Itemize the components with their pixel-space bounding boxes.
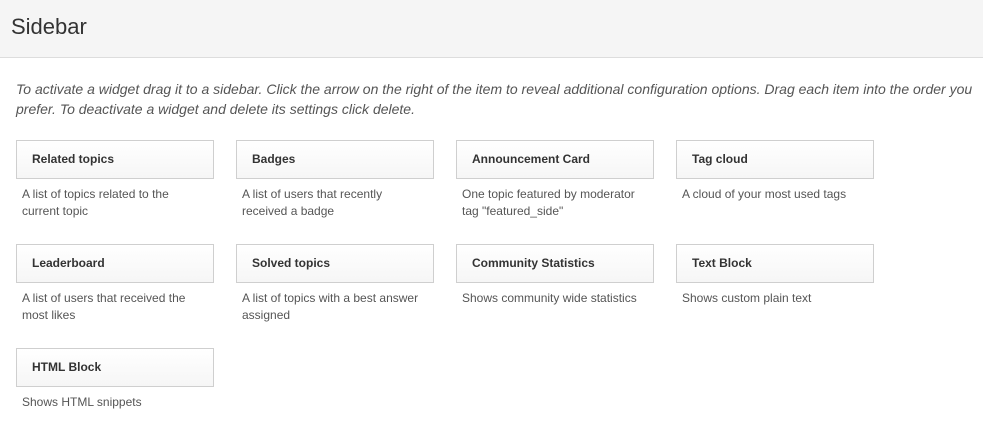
widget-handle-related-topics[interactable]: Related topics [16,140,214,179]
widget-solved-topics: Solved topics A list of topics with a be… [236,244,434,324]
widget-title: Announcement Card [472,152,591,166]
widget-handle-tag-cloud[interactable]: Tag cloud [676,140,874,179]
widget-html-block: HTML Block Shows HTML snippets [16,348,214,411]
page-title: Sidebar [11,14,87,39]
widget-description: A list of topics related to the current … [22,187,169,218]
widget-description: Shows community wide statistics [462,291,637,305]
widget-description: A cloud of your most used tags [682,187,847,201]
widget-announcement-card: Announcement Card One topic featured by … [456,140,654,220]
widget-title: HTML Block [32,360,102,374]
widget-description: A list of users that recently received a… [242,187,383,218]
page-header: Sidebar [0,0,983,58]
widget-badges: Badges A list of users that recently rec… [236,140,434,220]
widget-title: Community Statistics [472,256,595,270]
widget-title: Solved topics [252,256,331,270]
widget-handle-announcement-card[interactable]: Announcement Card [456,140,654,179]
widget-tag-cloud: Tag cloud A cloud of your most used tags [676,140,874,203]
widget-text-block: Text Block Shows custom plain text [676,244,874,307]
widget-leaderboard: Leaderboard A list of users that receive… [16,244,214,324]
widget-title: Related topics [32,152,115,166]
widget-description: Shows HTML snippets [22,395,142,409]
widget-title: Leaderboard [32,256,105,270]
widget-description: Shows custom plain text [682,291,812,305]
instructions-text: To activate a widget drag it to a sideba… [16,81,973,117]
widget-handle-leaderboard[interactable]: Leaderboard [16,244,214,283]
widget-related-topics: Related topics A list of topics related … [16,140,214,220]
widget-title: Tag cloud [692,152,748,166]
widget-title: Text Block [692,256,752,270]
widget-description: A list of users that received the most l… [22,291,186,322]
widget-description: One topic featured by moderator tag "fea… [462,187,635,218]
widget-handle-solved-topics[interactable]: Solved topics [236,244,434,283]
widget-handle-badges[interactable]: Badges [236,140,434,179]
widget-handle-community-statistics[interactable]: Community Statistics [456,244,654,283]
widget-description: A list of topics with a best answer assi… [242,291,419,322]
widget-handle-text-block[interactable]: Text Block [676,244,874,283]
widget-community-statistics: Community Statistics Shows community wid… [456,244,654,307]
widget-handle-html-block[interactable]: HTML Block [16,348,214,387]
widget-title: Badges [252,152,296,166]
